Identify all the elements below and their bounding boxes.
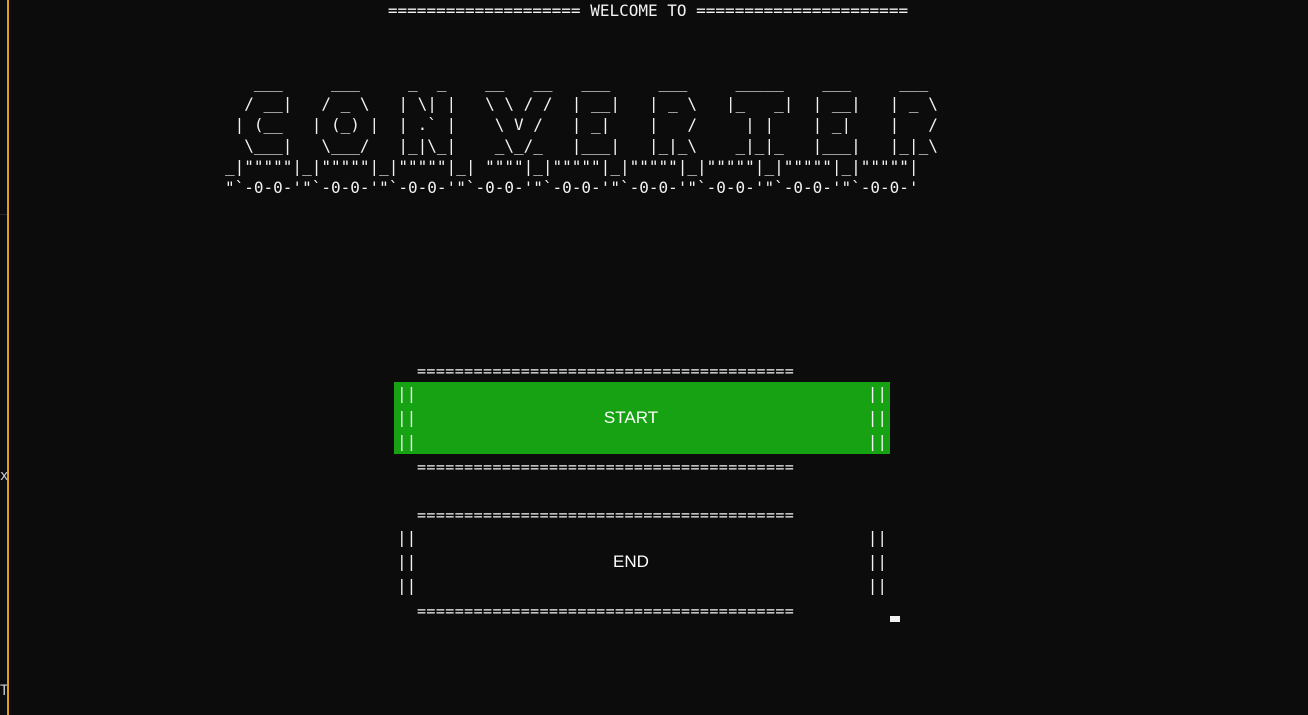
start-label: START [603, 408, 659, 427]
terminal-cursor [890, 616, 900, 622]
start-button[interactable]: || || || START || || || [394, 382, 890, 454]
end-right-pipes: || || || [867, 528, 887, 595]
left-gutter: x T [0, 0, 8, 715]
gutter-divider [0, 214, 7, 215]
end-button[interactable]: || || || END || || || [394, 526, 890, 598]
end-label: END [613, 552, 649, 571]
end-bottom-rule: ======================================== [417, 602, 795, 620]
welcome-line: ==================== WELCOME TO ========… [387, 1, 909, 20]
start-right-pipes: || || || [867, 384, 887, 451]
converter-ascii-banner: ___ ___ _ _ __ __ ___ ___ _____ ___ ___ … [225, 73, 938, 197]
window-border [7, 0, 9, 715]
end-top-rule: ======================================== [417, 506, 795, 524]
start-top-rule: ======================================== [417, 362, 795, 380]
start-bottom-rule: ======================================== [417, 458, 795, 476]
